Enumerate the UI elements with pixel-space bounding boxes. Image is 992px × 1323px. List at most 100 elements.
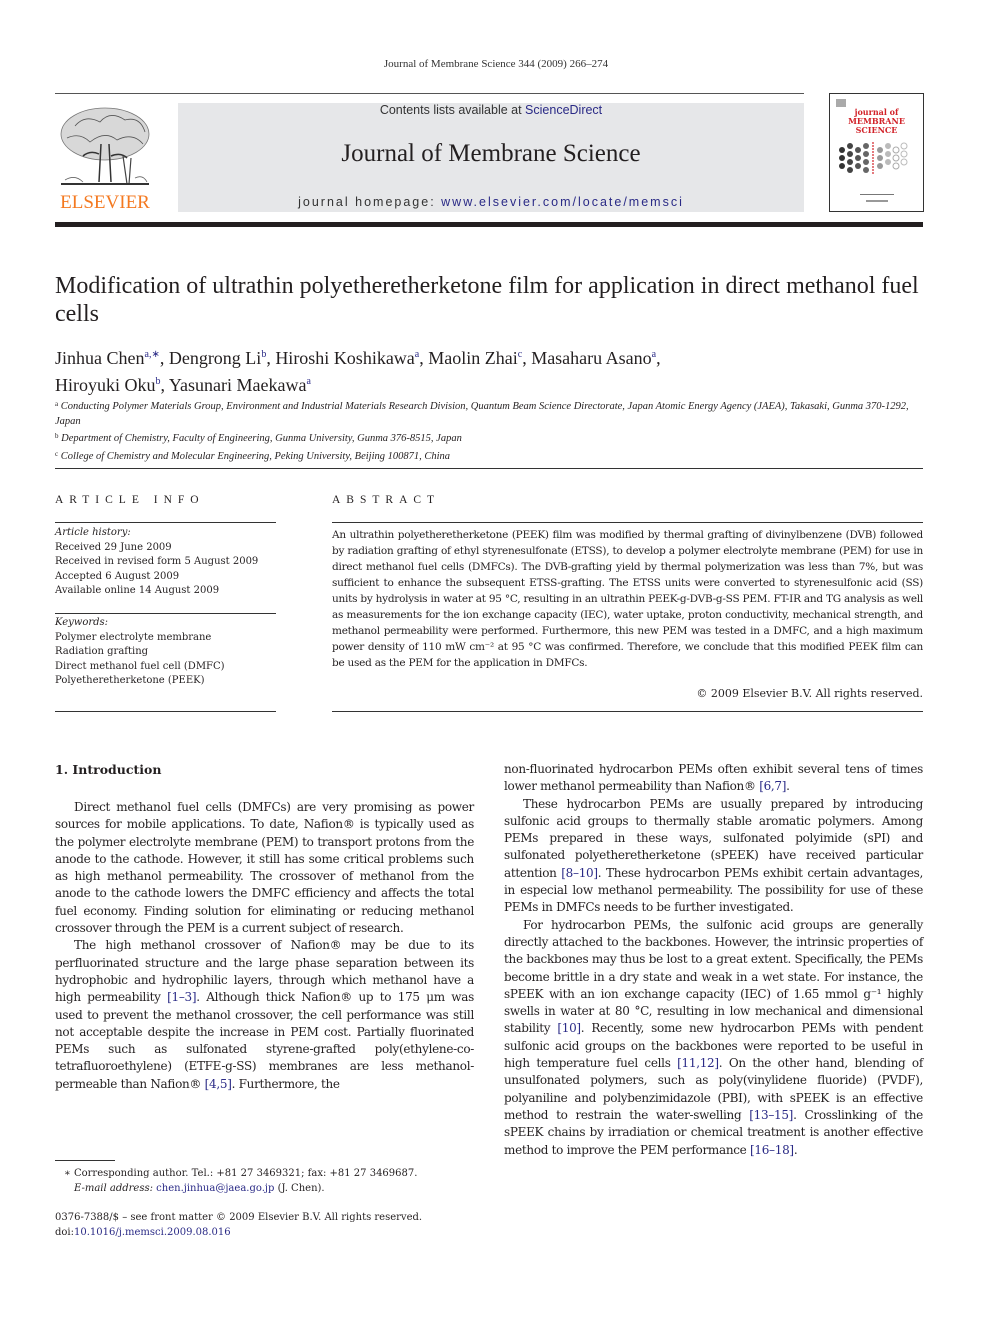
author[interactable]: Hiroshi Koshikawaa	[275, 348, 419, 368]
reference-link[interactable]: [6,7]	[759, 779, 786, 793]
reference-link[interactable]: [10]	[557, 1021, 581, 1035]
history-item: Received 29 June 2009	[55, 541, 172, 553]
text-run: . Furthermore, the	[231, 1076, 340, 1091]
author-name: Masaharu Asano	[531, 348, 652, 368]
author[interactable]: Yasunari Maekawaa	[169, 375, 311, 395]
article-title: Modification of ultrathin polyetherether…	[55, 273, 919, 327]
sciencedirect-link[interactable]: ScienceDirect	[525, 103, 602, 117]
front-matter-text: 0376-7388/$ – see front matter © 2009 El…	[55, 1212, 423, 1223]
corresponding-author: ∗ Corresponding author. Tel.: +81 27 346…	[64, 1168, 418, 1179]
author-name: Dengrong Li	[168, 348, 262, 368]
journal-citation: Journal of Membrane Science 344 (2009) 2…	[383, 58, 609, 70]
header-rule	[55, 93, 804, 94]
abstract-text: An ultrathin polyetheretherketone (PEEK)…	[332, 529, 923, 669]
email-label: E-mail address:	[74, 1182, 157, 1194]
corresponding-footnote: ∗ Corresponding author. Tel.: +81 27 346…	[64, 1167, 484, 1196]
elsevier-wordmark: ELSEVIER	[60, 192, 150, 213]
affiliation-label: c	[55, 449, 59, 458]
reference-link[interactable]: [8–10]	[561, 866, 598, 880]
text-run: . Although thick Nafion® up to 175 μm wa…	[55, 990, 474, 1091]
reference-link[interactable]: [4,5]	[205, 1077, 232, 1091]
affiliation-label: b	[55, 432, 59, 440]
contents-prefix: Contents lists available at	[379, 103, 526, 117]
cover-footer-line	[860, 194, 894, 195]
affiliation: c College of Chemistry and Molecular Eng…	[55, 447, 925, 465]
paragraph: non-fluorinated hydrocarbon PEMs often e…	[504, 761, 923, 796]
reference-link[interactable]: [1–3]	[167, 990, 196, 1004]
reference-link[interactable]: [16–18]	[750, 1143, 794, 1157]
separator: ,	[656, 348, 661, 368]
abstract-end-rule	[332, 711, 923, 712]
keyword: Radiation grafting	[55, 646, 149, 657]
text-run: .	[793, 1142, 798, 1157]
cover-title: journal of MEMBRANE SCIENCE	[830, 108, 923, 135]
separator: ,	[160, 375, 169, 395]
contents-line: Contents lists available at ScienceDirec…	[178, 103, 804, 117]
homepage-link[interactable]: www.elsevier.com/locate/memsci	[441, 195, 684, 209]
journal-banner: Contents lists available at ScienceDirec…	[178, 103, 804, 212]
reference-link[interactable]: [11,12]	[677, 1056, 719, 1070]
author[interactable]: Dengrong Lib	[169, 348, 266, 368]
elsevier-logo[interactable]: ELSEVIER	[55, 104, 155, 214]
journal-cover[interactable]: journal of MEMBRANE SCIENCE	[829, 93, 924, 212]
keywords-rule	[55, 613, 276, 614]
cover-footer-line	[866, 200, 888, 202]
doi-link[interactable]: 10.1016/j.memsci.2009.08.016	[74, 1227, 231, 1238]
abstract-copyright: © 2009 Elsevier B.V. All rights reserved…	[696, 687, 923, 700]
reference-link[interactable]: [13–15]	[749, 1108, 793, 1122]
affiliation-label: a	[55, 400, 59, 408]
article-info-end-rule	[55, 711, 276, 712]
paragraph: These hydrocarbon PEMs are usually prepa…	[504, 796, 923, 917]
author-name: Hiroshi Koshikawa	[275, 348, 415, 368]
molecule-graphic-icon	[839, 142, 908, 174]
paragraph: Direct methanol fuel cells (DMFCs) are v…	[55, 800, 474, 936]
separator: ,	[266, 348, 276, 368]
affiliations: a Conducting Polymer Materials Group, En…	[55, 397, 925, 464]
author-list: Jinhua Chena,∗, Dengrong Lib, Hiroshi Ko…	[55, 343, 925, 397]
separator: ,	[419, 348, 429, 368]
affiliation-mark[interactable]: a	[306, 376, 310, 387]
author[interactable]: Hiroyuki Okub	[55, 375, 161, 395]
footnote-rule	[55, 1160, 115, 1161]
author-name: Hiroyuki Oku	[55, 375, 156, 395]
author[interactable]: Masaharu Asanoa	[531, 348, 656, 368]
separator: ,	[159, 348, 169, 368]
affiliations-rule	[55, 468, 923, 469]
author[interactable]: Maolin Zhaic	[428, 348, 522, 368]
email-suffix: (J. Chen).	[274, 1182, 325, 1194]
homepage-line: journal homepage: www.elsevier.com/locat…	[178, 195, 804, 209]
abstract-rule	[332, 522, 923, 523]
keywords: Keywords: Polymer electrolyte membrane R…	[55, 616, 276, 689]
doi-line: doi:10.1016/j.memsci.2009.08.016	[55, 1226, 485, 1241]
history-label: Article history:	[55, 527, 131, 538]
author-name: Yasunari Maekawa	[168, 375, 307, 395]
cover-publisher-mark	[836, 99, 846, 107]
paragraph: For hydrocarbon PEMs, the sulfonic acid …	[504, 917, 923, 1159]
keyword: Polyetheretherketone (PEEK)	[55, 675, 205, 686]
history-item: Received in revised form 5 August 2009	[55, 556, 259, 567]
keywords-label: Keywords:	[55, 617, 109, 628]
history-item: Accepted 6 August 2009	[55, 570, 180, 582]
affiliation: b Department of Chemistry, Faculty of En…	[55, 429, 925, 447]
affiliation-mark[interactable]: a,∗	[145, 349, 160, 360]
article-info-heading: ARTICLE INFO	[55, 494, 205, 506]
author-name: Jinhua Chen	[55, 348, 145, 368]
email-link[interactable]: chen.jinhua@jaea.go.jp	[156, 1183, 274, 1194]
affiliation-text: College of Chemistry and Molecular Engin…	[60, 450, 451, 462]
front-matter: 0376-7388/$ – see front matter © 2009 El…	[55, 1211, 485, 1240]
text-run: For hydrocarbon PEMs, the sulfonic acid …	[504, 917, 923, 1036]
header-thick-rule	[55, 222, 923, 227]
email-line: E-mail address: chen.jinhua@jaea.go.jp (…	[64, 1182, 484, 1197]
author[interactable]: Jinhua Chena,∗	[55, 348, 160, 368]
keyword: Direct methanol fuel cell (DMFC)	[55, 660, 225, 672]
cover-title-line3: SCIENCE	[855, 125, 898, 135]
section-heading-introduction: 1. Introduction	[55, 762, 162, 777]
history-item: Available online 14 August 2009	[55, 585, 220, 596]
article-history: Article history: Received 29 June 2009 R…	[55, 526, 276, 599]
right-column: non-fluorinated hydrocarbon PEMs often e…	[504, 761, 923, 1159]
doi-label: doi:	[55, 1226, 74, 1238]
keyword: Polymer electrolyte membrane	[55, 631, 212, 643]
paragraph: The high methanol crossover of Nafion® m…	[55, 937, 474, 1093]
text-run: non-fluorinated hydrocarbon PEMs often e…	[504, 762, 923, 794]
article-info-rule	[55, 522, 276, 523]
